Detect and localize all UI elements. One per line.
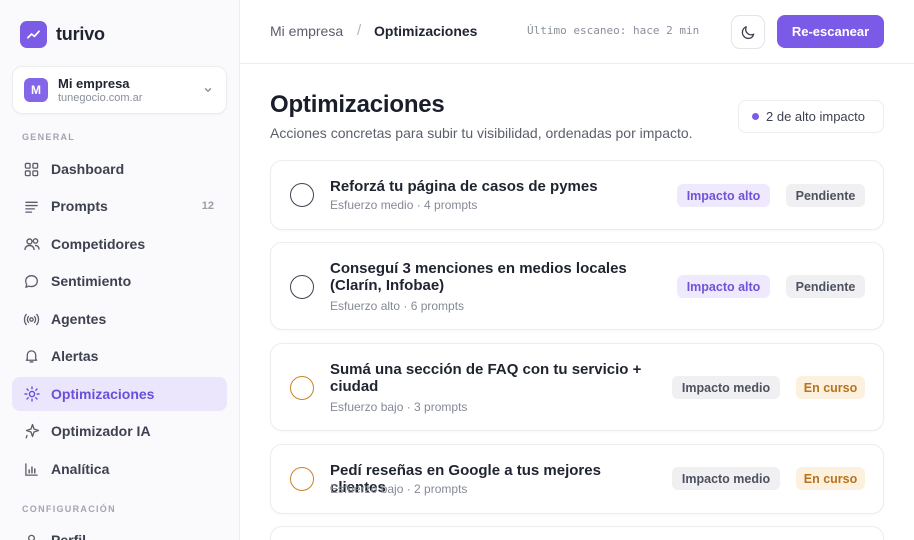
sidebar-item-label: Prompts: [51, 198, 108, 214]
impact-badge: Impacto medio: [672, 376, 780, 399]
workspace-switcher[interactable]: M Mi empresa tunegocio.com.ar: [12, 66, 227, 114]
task-checkbox[interactable]: [290, 275, 314, 299]
task-meta: Esfuerzo bajo · 2 prompts: [330, 482, 468, 496]
task-checkbox[interactable]: [290, 467, 314, 491]
grid-icon: [23, 161, 40, 178]
sidebar-item-agentes[interactable]: Agentes: [12, 302, 227, 336]
bar-chart-icon: [23, 461, 40, 478]
task-checkbox[interactable]: [290, 183, 314, 207]
task-card[interactable]: [270, 526, 884, 540]
page-subtitle: Acciones concretas para subir tu visibil…: [270, 125, 693, 141]
workspace-avatar: M: [24, 78, 48, 102]
breadcrumb-root[interactable]: Mi empresa: [270, 23, 343, 39]
workspace-domain: tunegocio.com.ar: [58, 91, 143, 104]
sidebar-item-label: Perfil: [51, 532, 87, 540]
sidebar-item-label: Competidores: [51, 236, 146, 252]
topbar: Mi empresa / Optimizaciones Último escan…: [240, 0, 914, 64]
users-icon: [23, 236, 40, 253]
task-card[interactable]: Pedí reseñas en Google a tus mejores cli…: [270, 444, 884, 514]
impact-badge: Impacto alto: [677, 184, 770, 207]
impact-badge: Impacto medio: [672, 467, 780, 490]
broadcast-icon: [23, 311, 40, 328]
sidebar-item-sentimiento[interactable]: Sentimiento: [12, 264, 227, 298]
sidebar-item-label: Optimizador IA: [51, 423, 151, 439]
main-content: Mi empresa / Optimizaciones Último escan…: [240, 0, 914, 540]
prompts-count-badge: 12: [201, 200, 214, 212]
task-meta: Esfuerzo alto · 6 prompts: [330, 299, 465, 313]
sidebar-item-label: Alertas: [51, 348, 99, 364]
task-meta: Esfuerzo bajo · 3 prompts: [330, 400, 468, 414]
sidebar-item-optimizador-ia[interactable]: Optimizador IA: [12, 414, 227, 448]
task-card[interactable]: Reforzá tu página de casos de pymes Esfu…: [270, 160, 884, 230]
sidebar-item-dashboard[interactable]: Dashboard: [12, 152, 227, 186]
sidebar-item-label: Analítica: [51, 461, 110, 477]
trend-up-icon: [20, 21, 47, 48]
bell-icon: [23, 348, 40, 365]
sun-icon: [23, 386, 40, 403]
impact-summary-text: 2 de alto impacto: [766, 109, 866, 124]
sidebar-item-prompts[interactable]: Prompts 12: [12, 189, 227, 223]
workspace-name: Mi empresa: [58, 75, 130, 91]
impact-dot-icon: [752, 113, 759, 120]
sidebar-item-label: Optimizaciones: [51, 386, 155, 402]
task-title: Sumá una sección de FAQ con tu servicio …: [330, 361, 642, 395]
task-title: Conseguí 3 menciones en medios locales (…: [330, 260, 627, 294]
sidebar-item-label: Dashboard: [51, 161, 125, 177]
chevron-down-icon: [201, 83, 215, 97]
task-title: Pedí reseñas en Google a tus mejores cli…: [330, 462, 601, 496]
sidebar-item-alertas[interactable]: Alertas: [12, 339, 227, 373]
lines-icon: [23, 198, 40, 215]
brand-name: turivo: [56, 24, 105, 44]
task-card[interactable]: Conseguí 3 menciones en medios locales (…: [270, 242, 884, 330]
page-title: Optimizaciones: [270, 91, 445, 118]
section-label-configuracion: CONFIGURACIÓN: [22, 504, 116, 514]
status-badge: Pendiente: [786, 275, 865, 298]
sidebar-item-perfil[interactable]: Perfil: [12, 523, 227, 540]
moon-icon: [741, 25, 756, 40]
status-badge: En curso: [796, 376, 865, 399]
rescan-button[interactable]: Re-escanear: [777, 15, 884, 48]
task-title: Reforzá tu página de casos de pymes: [330, 178, 598, 195]
sidebar-item-analitica[interactable]: Analítica: [12, 452, 227, 486]
breadcrumb-current: Optimizaciones: [374, 23, 478, 39]
user-icon: [23, 532, 40, 540]
sidebar: turivo M Mi empresa tunegocio.com.ar GEN…: [0, 0, 240, 540]
status-badge: En curso: [796, 467, 865, 490]
breadcrumb-separator: /: [357, 22, 362, 39]
task-checkbox[interactable]: [290, 376, 314, 400]
status-badge: Pendiente: [786, 184, 865, 207]
sidebar-item-optimizaciones[interactable]: Optimizaciones: [12, 377, 227, 411]
chat-icon: [23, 273, 40, 290]
impact-badge: Impacto alto: [677, 275, 770, 298]
sidebar-item-competidores[interactable]: Competidores: [12, 227, 227, 261]
impact-summary-badge: 2 de alto impacto: [738, 100, 884, 133]
sparkle-icon: [23, 423, 40, 440]
last-scan-status: Último escaneo: hace 2 min: [527, 24, 700, 37]
sidebar-item-label: Agentes: [51, 311, 107, 327]
task-card[interactable]: Sumá una sección de FAQ con tu servicio …: [270, 343, 884, 431]
brand[interactable]: turivo: [20, 21, 105, 48]
section-label-general: GENERAL: [22, 132, 76, 142]
task-meta: Esfuerzo medio · 4 prompts: [330, 198, 478, 212]
sidebar-item-label: Sentimiento: [51, 273, 132, 289]
theme-toggle-button[interactable]: [731, 15, 765, 49]
